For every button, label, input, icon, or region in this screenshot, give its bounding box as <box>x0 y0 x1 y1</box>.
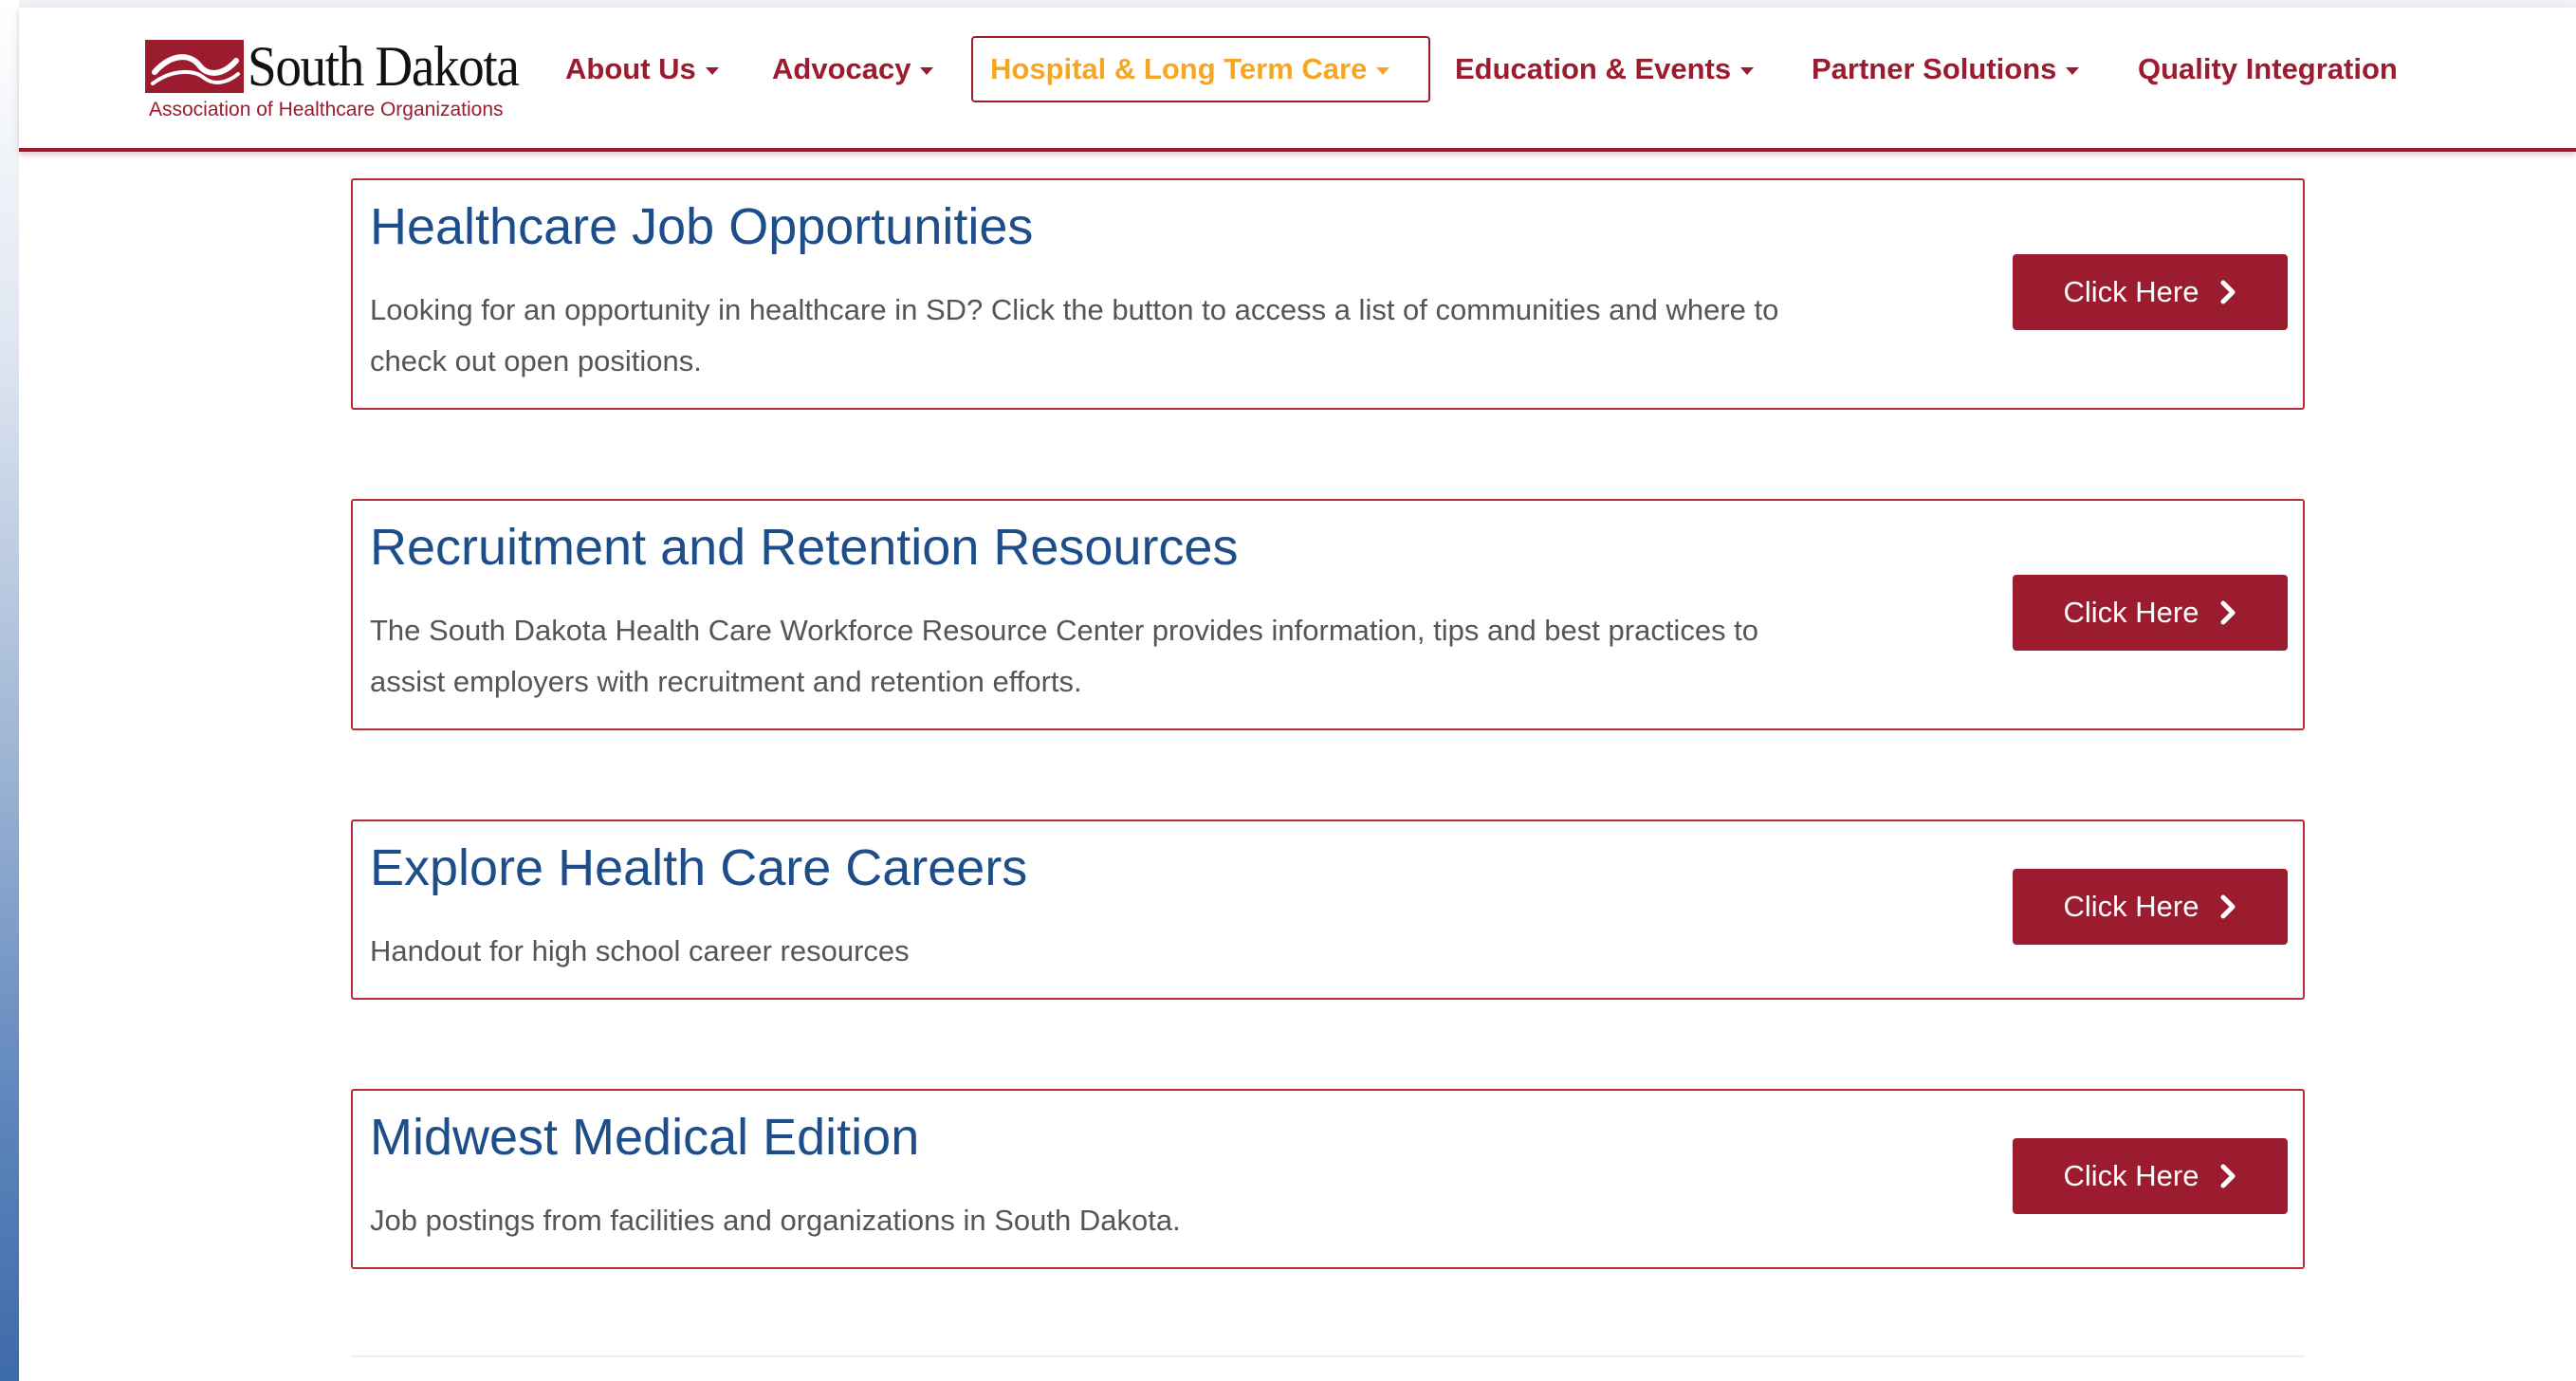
card-healthcare-job-opportunities: Healthcare Job Opportunities Looking for… <box>351 178 2305 410</box>
nav-item-label: Partner Solutions <box>1812 52 2057 85</box>
card-description: Handout for high school career resources <box>370 934 910 967</box>
caret-down-icon <box>705 67 719 75</box>
click-here-button[interactable]: Click Here <box>2013 869 2288 945</box>
nav-item-label: About Us <box>565 52 696 85</box>
click-here-button[interactable]: Click Here <box>2013 1138 2288 1214</box>
chevron-right-icon <box>2220 1164 2236 1188</box>
nav-item-label: Hospital & Long Term Care <box>990 52 1368 85</box>
chevron-right-icon <box>2220 894 2236 919</box>
nav-item-advocacy[interactable]: Advocacy <box>772 36 934 102</box>
caret-down-icon <box>920 67 934 75</box>
button-label: Click Here <box>2063 275 2199 308</box>
nav-item-education-events[interactable]: Education & Events <box>1455 36 1755 102</box>
browser-top-edge <box>19 0 2576 8</box>
card-title: Recruitment and Retention Resources <box>370 519 1239 576</box>
page: South Dakota Association of Healthcare O… <box>19 8 2576 1381</box>
card-description: Looking for an opportunity in healthcare… <box>370 293 1779 377</box>
card-title: Healthcare Job Opportunities <box>370 198 1034 255</box>
nav-item-about-us[interactable]: About Us <box>565 36 719 102</box>
button-label: Click Here <box>2063 596 2199 629</box>
card-recruitment-retention-resources: Recruitment and Retention Resources The … <box>351 499 2305 730</box>
nav-item-label: Education & Events <box>1455 52 1732 85</box>
button-label: Click Here <box>2063 890 2199 923</box>
caret-down-icon <box>2066 67 2080 75</box>
chevron-right-icon <box>2220 280 2236 304</box>
click-here-button[interactable]: Click Here <box>2013 575 2288 651</box>
site-header: South Dakota Association of Healthcare O… <box>19 8 2576 152</box>
card-explore-health-care-careers: Explore Health Care Careers Handout for … <box>351 819 2305 1000</box>
button-label: Click Here <box>2063 1159 2199 1192</box>
card-description: The South Dakota Health Care Workforce R… <box>370 614 1759 698</box>
nav-item-partner-solutions[interactable]: Partner Solutions <box>1812 36 2080 102</box>
caret-down-icon <box>1740 67 1755 75</box>
card-description: Job postings from facilities and organiz… <box>370 1204 1181 1237</box>
card-midwest-medical-edition: Midwest Medical Edition Job postings fro… <box>351 1089 2305 1269</box>
nav-item-label: Quality Integration <box>2138 52 2398 85</box>
click-here-button[interactable]: Click Here <box>2013 254 2288 330</box>
section-divider <box>351 1355 2305 1357</box>
card-title: Midwest Medical Edition <box>370 1109 920 1166</box>
chevron-right-icon <box>2220 600 2236 625</box>
nav-item-quality-integration[interactable]: Quality Integration <box>2138 36 2398 102</box>
desktop-background-strip <box>0 0 19 1381</box>
caret-down-icon <box>1376 67 1390 75</box>
nav-item-hospital-long-term-care[interactable]: Hospital & Long Term Care <box>971 36 1430 102</box>
nav-item-label: Advocacy <box>772 52 911 85</box>
main-nav: About Us Advocacy Hospital & Long Term C… <box>19 8 2576 148</box>
card-title: Explore Health Care Careers <box>370 839 1028 896</box>
